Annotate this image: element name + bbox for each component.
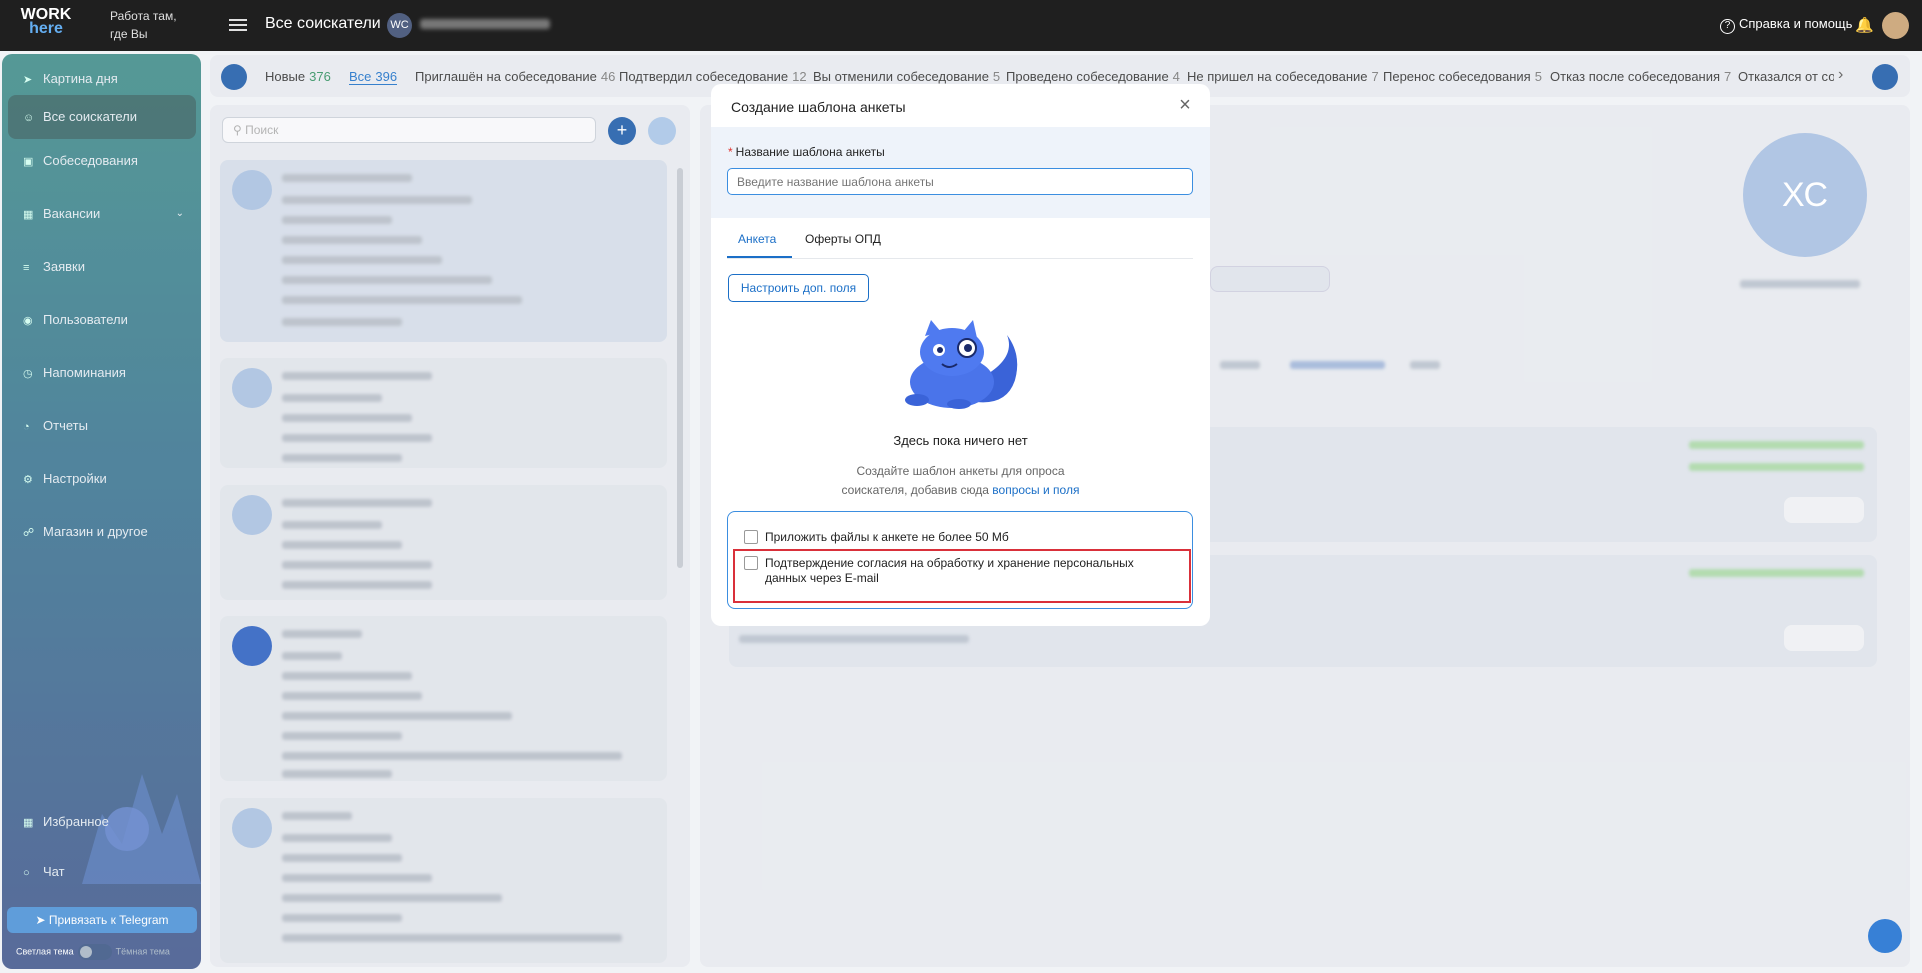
attach-files-checkbox[interactable] bbox=[744, 530, 758, 544]
empty-desc-line-1: Создайте шаблон анкеты для опроса bbox=[856, 464, 1065, 478]
empty-desc-line-2: соискателя, добавив сюда вопросы и поля bbox=[711, 481, 1210, 500]
app-root: WORK here Работа там, где Вы Все соискат… bbox=[0, 0, 1922, 973]
empty-state-title: Здесь пока ничего нет bbox=[893, 433, 1028, 448]
template-name-section: * Название шаблона анкеты bbox=[711, 127, 1210, 218]
template-name-label-text: Название шаблона анкеты bbox=[735, 145, 885, 159]
modal-header: Создание шаблона анкеты × bbox=[711, 84, 1210, 127]
configure-fields-button[interactable]: Настроить доп. поля bbox=[728, 274, 869, 302]
attach-files-label: Приложить файлы к анкете не более 50 Мб bbox=[765, 530, 1009, 544]
highlight-box bbox=[733, 549, 1191, 603]
tab-offers-opd[interactable]: Оферты ОПД bbox=[805, 232, 881, 246]
empty-state-description: Создайте шаблон анкеты для опроса соиска… bbox=[711, 462, 1210, 500]
close-icon[interactable]: × bbox=[1174, 94, 1196, 116]
active-tab-indicator bbox=[727, 256, 792, 258]
modal-title: Создание шаблона анкеты bbox=[731, 99, 906, 115]
template-name-input[interactable] bbox=[727, 168, 1193, 195]
required-marker: * bbox=[728, 145, 733, 159]
cat-mascot-illustration bbox=[905, 320, 1018, 409]
attach-files-option[interactable]: Приложить файлы к анкете не более 50 Мб bbox=[744, 530, 1144, 545]
tab-questionnaire[interactable]: Анкета bbox=[738, 232, 776, 246]
create-template-modal: Создание шаблона анкеты × * Название шабл… bbox=[711, 84, 1210, 626]
template-name-label: * Название шаблона анкеты bbox=[728, 145, 885, 159]
modal-tabs: Анкета Оферты ОПД bbox=[727, 218, 1193, 259]
empty-desc-text: соискателя, добавив сюда bbox=[841, 483, 989, 497]
questions-fields-link[interactable]: вопросы и поля bbox=[992, 483, 1079, 497]
